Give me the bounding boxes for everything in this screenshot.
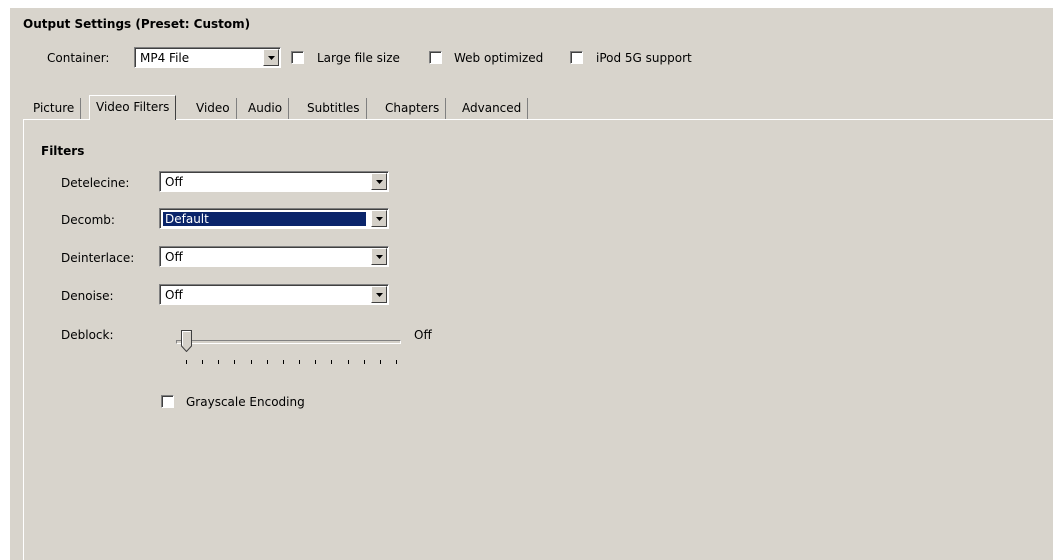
- detelecine-label: Detelecine:: [61, 176, 130, 190]
- ipod-5g-label: iPod 5G support: [596, 51, 692, 65]
- decomb-value: Default: [163, 212, 366, 226]
- slider-tick: [186, 360, 187, 364]
- slider-tick: [234, 360, 235, 364]
- deblock-slider-ticks: [186, 360, 397, 366]
- tab-video[interactable]: Video: [190, 98, 237, 119]
- container-select[interactable]: MP4 File: [134, 47, 281, 68]
- slider-tick: [364, 360, 365, 364]
- deinterlace-select[interactable]: Off: [159, 246, 389, 267]
- slider-tick: [299, 360, 300, 364]
- tab-picture[interactable]: Picture: [27, 98, 82, 119]
- web-optimized-label: Web optimized: [454, 51, 544, 65]
- filters-heading: Filters: [41, 144, 85, 158]
- slider-thumb-icon: [181, 330, 192, 353]
- tab-video-filters[interactable]: Video Filters: [89, 95, 177, 120]
- chevron-down-icon: [375, 216, 383, 221]
- decomb-label: Decomb:: [61, 213, 115, 227]
- detelecine-value: Off: [165, 175, 183, 189]
- container-value: MP4 File: [140, 51, 190, 65]
- chevron-down-icon: [375, 292, 383, 297]
- slider-tick: [251, 360, 252, 364]
- web-optimized-checkbox[interactable]: [429, 51, 442, 64]
- deinterlace-value: Off: [165, 250, 183, 264]
- tab-subtitles[interactable]: Subtitles: [301, 98, 367, 119]
- slider-tick: [396, 360, 397, 364]
- deinterlace-label: Deinterlace:: [61, 251, 135, 265]
- slider-tick: [331, 360, 332, 364]
- slider-tick: [315, 360, 316, 364]
- decomb-dropdown-button[interactable]: [371, 210, 387, 227]
- deblock-slider-track[interactable]: [176, 340, 401, 344]
- chevron-down-icon: [267, 55, 275, 60]
- decomb-select[interactable]: Default: [159, 208, 389, 229]
- slider-tick: [267, 360, 268, 364]
- deblock-slider-thumb[interactable]: [181, 330, 192, 353]
- large-file-label: Large file size: [317, 51, 400, 65]
- output-settings-title: Output Settings (Preset: Custom): [23, 17, 251, 31]
- slider-tick: [348, 360, 349, 364]
- deblock-label: Deblock:: [61, 328, 114, 342]
- denoise-value: Off: [165, 288, 183, 302]
- ipod-5g-checkbox[interactable]: [570, 51, 583, 64]
- deinterlace-dropdown-button[interactable]: [371, 248, 387, 265]
- tab-advanced[interactable]: Advanced: [456, 98, 529, 119]
- detelecine-select[interactable]: Off: [159, 171, 389, 192]
- grayscale-label: Grayscale Encoding: [186, 395, 305, 409]
- slider-tick: [218, 360, 219, 364]
- deblock-value: Off: [414, 328, 432, 342]
- slider-tick: [380, 360, 381, 364]
- tab-chapters[interactable]: Chapters: [379, 98, 447, 119]
- denoise-label: Denoise:: [61, 289, 114, 303]
- chevron-down-icon: [375, 179, 383, 184]
- slider-tick: [283, 360, 284, 364]
- output-settings-panel: Output Settings (Preset: Custom) Contain…: [10, 8, 1053, 560]
- chevron-down-icon: [375, 254, 383, 259]
- denoise-dropdown-button[interactable]: [371, 286, 387, 303]
- tab-audio[interactable]: Audio: [242, 98, 290, 119]
- slider-tick: [202, 360, 203, 364]
- detelecine-dropdown-button[interactable]: [371, 173, 387, 190]
- grayscale-checkbox[interactable]: [161, 395, 174, 408]
- large-file-checkbox[interactable]: [291, 51, 304, 64]
- container-label: Container:: [47, 51, 110, 65]
- denoise-select[interactable]: Off: [159, 284, 389, 305]
- container-dropdown-button[interactable]: [263, 49, 279, 66]
